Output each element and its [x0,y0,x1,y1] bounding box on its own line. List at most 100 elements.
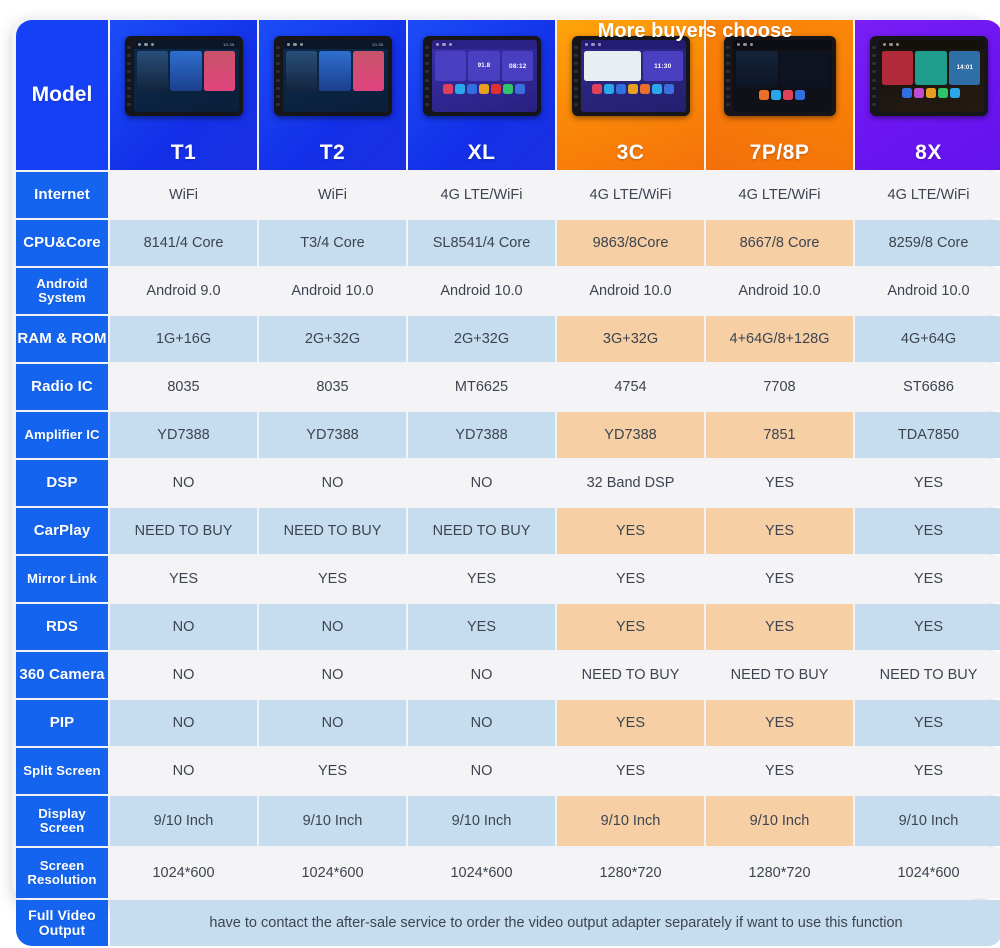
table-cell: 9/10 Inch [408,796,555,846]
table-cell: 1024*600 [855,848,1000,898]
table-cell: NEED TO BUY [706,652,853,698]
table-row: Mirror Link YES YES YES YES YES YES [16,556,1000,602]
table-cell: NO [110,700,257,746]
product-name: XL [467,141,496,164]
row-label-line: System [38,290,86,305]
row-label-display-screen: Display Screen [16,796,108,846]
device-side-buttons [425,46,429,106]
table-cell: TDA7850 [855,412,1000,458]
table-cell: Android 10.0 [408,268,555,314]
table-cell: NEED TO BUY [110,508,257,554]
table-cell: YES [557,508,704,554]
table-row: Radio IC 8035 8035 MT6625 4754 7708 ST6686 [16,364,1000,410]
table-row: CPU&Core 8141/4 Core T3/4 Core SL8541/4 Cor… [16,220,1000,266]
table-row: DSP NO NO NO 32 Band DSP YES YES [16,460,1000,506]
table-cell: YES [706,460,853,506]
table-cell: YES [855,556,1000,602]
device-thumbnail-t: 10:35 [273,36,392,116]
device-status-bar [580,40,686,49]
table-cell: YES [706,556,853,602]
table-cell: 1280*720 [557,848,704,898]
table-cell: NEED TO BUY [557,652,704,698]
table-cell: Android 9.0 [110,268,257,314]
table-cell: YD7388 [259,412,406,458]
table-cell: WiFi [259,172,406,218]
row-label-360-camera: 360 Camera [16,652,108,698]
table-cell: 7708 [706,364,853,410]
device-app-row [584,84,683,94]
table-cell: 4G+64G [855,316,1000,362]
table-cell: Android 10.0 [259,268,406,314]
table-cell: Android 10.0 [557,268,704,314]
table-cell: 8141/4 Core [110,220,257,266]
row-label-line: Radio IC [31,377,93,395]
product-header-8x[interactable]: 14:01 8X [855,20,1000,170]
table-cell: YES [706,508,853,554]
row-label-screen-resolution: Screen Resolution [16,848,108,898]
device-status-bar: 10:35 [133,40,239,49]
device-thumbnail-7p8p [723,36,836,116]
product-comparison-table: Model 10:35 T1 10:35 T2 91.8 08:12 XL 11:30 3C 7P/… [14,18,1000,948]
device-status-bar: 10:35 [282,40,388,49]
table-cell: NO [408,460,555,506]
table-row: Internet WiFi WiFi 4G LTE/WiFi 4G LTE/WiFi 4G… [16,172,1000,218]
table-cell: 8667/8 Core [706,220,853,266]
row-label-carplay: CarPlay [16,508,108,554]
table-cell: YD7388 [408,412,555,458]
product-header-7p-8p[interactable]: 7P/8P [706,20,853,170]
device-thumbnail-3c: 11:30 [571,36,690,116]
table-row: CarPlay NEED TO BUY NEED TO BUY NEED TO BUY… [16,508,1000,554]
device-side-buttons [127,46,131,106]
table-row: PIP NO NO NO YES YES YES [16,700,1000,746]
row-label-ram-rom: RAM & ROM [16,316,108,362]
table-cell: ST6686 [855,364,1000,410]
product-header-xl[interactable]: 91.8 08:12 XL [408,20,555,170]
table-cell: 4G LTE/WiFi [557,172,704,218]
device-app-row [882,88,981,98]
full-video-output-row: Full Video Output have to contact the afte… [16,900,1000,946]
table-cell: NO [110,748,257,794]
table-cell: 4G LTE/WiFi [706,172,853,218]
table-cell: 9863/8Core [557,220,704,266]
table-cell: YES [855,508,1000,554]
device-app-row [736,90,829,100]
table-cell: NEED TO BUY [259,508,406,554]
product-name: 8X [915,141,942,164]
table-cell: NEED TO BUY [855,652,1000,698]
table-cell: 9/10 Inch [706,796,853,846]
device-status-bar [878,40,984,49]
row-label-internet: Internet [16,172,108,218]
row-label-line: Screen [39,820,85,835]
row-label-line: PIP [49,713,75,731]
device-thumbnail-xl: 91.8 08:12 [422,36,541,116]
device-side-buttons [726,46,730,106]
row-label-pip: PIP [16,700,108,746]
row-label-line: CarPlay [33,521,91,539]
table-cell: YES [408,556,555,602]
product-header-t1[interactable]: 10:35 T1 [110,20,257,170]
row-label-cpu-core: CPU&Core [16,220,108,266]
table-cell: NO [408,700,555,746]
table-cell: 32 Band DSP [557,460,704,506]
table-cell: YES [557,604,704,650]
row-label-mirror-link: Mirror Link [16,556,108,602]
device-thumbnail-t: 10:35 [124,36,243,116]
product-header-t2[interactable]: 10:35 T2 [259,20,406,170]
row-label-line: RDS [46,617,78,635]
table-cell: 4+64G/8+128G [706,316,853,362]
device-app-row [435,84,534,94]
table-cell: YES [855,460,1000,506]
table-cell: YES [855,748,1000,794]
table-header-row: Model 10:35 T1 10:35 T2 91.8 08:12 XL 11:30 3C 7P/… [16,20,1000,170]
table-cell: 1280*720 [706,848,853,898]
row-label-dsp: DSP [16,460,108,506]
comparison-infographic: Model 10:35 T1 10:35 T2 91.8 08:12 XL 11:30 3C 7P/… [0,0,1000,946]
row-label-line: 360 Camera [19,665,105,683]
row-label-android-system: Android System [16,268,108,314]
row-label-line: RAM & ROM [17,329,107,347]
row-label-line: Display [38,805,86,821]
product-header-3c[interactable]: 11:30 3C [557,20,704,170]
table-row: RAM & ROM 1G+16G 2G+32G 2G+32G 3G+32G 4+64G/8… [16,316,1000,362]
table-cell: 9/10 Inch [855,796,1000,846]
table-cell: YES [557,748,704,794]
